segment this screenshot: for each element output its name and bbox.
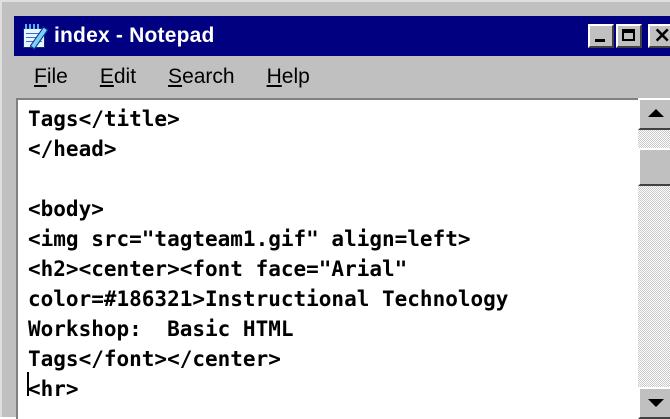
vertical-scrollbar[interactable]	[638, 98, 670, 419]
notepad-window: index - Notepad × File Edit Search Help …	[0, 0, 670, 419]
maximize-button[interactable]	[616, 24, 642, 48]
minimize-button[interactable]	[588, 24, 614, 48]
window-title: index - Notepad	[54, 24, 215, 47]
text-editor[interactable]: Tags</title> </head> ​ <body> <img src="tagt…	[16, 98, 670, 419]
editor-line: ​	[28, 164, 508, 194]
arrow-down-icon	[648, 399, 664, 407]
editor-line: <body>	[28, 197, 104, 221]
editor-line: Tags</title>	[28, 107, 180, 131]
menu-help[interactable]: Help	[267, 65, 310, 89]
arrow-up-icon	[648, 109, 664, 117]
editor-line: Workshop: Basic HTML	[28, 317, 294, 341]
editor-line: <img src="tagteam1.gif" align=left>	[28, 227, 471, 251]
scroll-up-button[interactable]	[638, 98, 670, 130]
close-icon: ×	[653, 23, 670, 48]
scroll-down-button[interactable]	[638, 387, 670, 419]
text-caret	[27, 372, 29, 396]
editor-line: <hr>	[28, 377, 79, 401]
minimize-icon	[595, 39, 605, 42]
menu-file[interactable]: File	[34, 65, 68, 89]
menu-edit[interactable]: Edit	[100, 65, 136, 89]
maximize-icon	[622, 29, 635, 41]
window-controls: ×	[586, 23, 670, 48]
scroll-thumb[interactable]	[638, 148, 670, 186]
menu-bar: File Edit Search Help	[14, 58, 670, 96]
editor-text[interactable]: Tags</title> </head> ​ <body> <img src="tagt…	[28, 104, 508, 404]
menu-search[interactable]: Search	[168, 65, 235, 89]
editor-line: <h2><center><font face="Arial"	[28, 257, 408, 281]
notepad-icon[interactable]	[20, 23, 49, 50]
editor-line: color=#186321>Instructional Technology	[28, 287, 509, 311]
editor-line: Tags</font></center>	[28, 347, 281, 371]
close-button[interactable]: ×	[648, 23, 670, 48]
editor-line: </head>	[28, 137, 117, 161]
title-bar[interactable]: index - Notepad ×	[14, 16, 670, 56]
